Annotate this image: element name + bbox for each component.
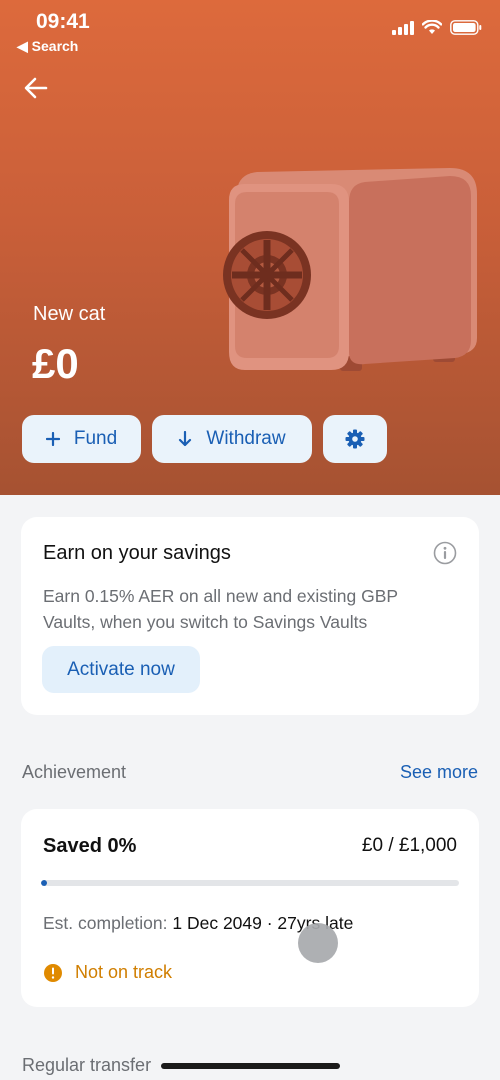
gear-icon <box>345 429 365 449</box>
savings-promo-card: Earn on your savings Earn 0.15% AER on a… <box>21 517 479 715</box>
saved-amount: £0 / £1,000 <box>361 835 457 856</box>
achievement-heading: Achievement <box>22 762 127 782</box>
signal-icon <box>392 20 414 35</box>
track-status-text: Not on track <box>75 962 173 982</box>
vault-balance: £0 <box>32 340 79 387</box>
touch-indicator <box>298 923 338 963</box>
progress-fill <box>41 880 47 886</box>
promo-body: Earn 0.15% AER on all new and existing G… <box>43 586 398 632</box>
back-arrow-icon[interactable] <box>22 74 50 102</box>
activate-now-button[interactable]: Activate now <box>42 646 200 693</box>
withdraw-label: Withdraw <box>206 428 286 449</box>
warning-icon <box>44 963 62 982</box>
progress-track <box>41 880 459 886</box>
saved-percent: Saved 0% <box>43 835 137 857</box>
wifi-icon <box>422 20 442 34</box>
battery-icon <box>450 20 482 35</box>
settings-button[interactable] <box>323 415 387 463</box>
back-to-app-link[interactable]: ◀ Search <box>17 38 78 55</box>
status-time: 09:41 <box>36 10 90 33</box>
see-more-link[interactable]: See more <box>400 762 478 783</box>
arrow-down-icon <box>179 431 192 447</box>
plus-icon <box>45 432 60 446</box>
regular-transfer-heading: Regular transfer <box>22 1055 152 1075</box>
safe-illustration <box>223 168 477 371</box>
est-label: Est. completion: <box>43 913 168 933</box>
promo-title: Earn on your savings <box>43 542 231 564</box>
status-icons <box>392 20 482 35</box>
home-indicator[interactable] <box>161 1063 340 1069</box>
fund-button[interactable]: Fund <box>22 415 141 463</box>
achievement-card[interactable]: Saved 0% £0 / £1,000 Est. completion: 1 … <box>21 809 479 1007</box>
vault-name: New cat <box>33 303 106 325</box>
track-status: Not on track <box>43 962 172 983</box>
status-bar: 09:41 ◀ Search <box>0 10 500 54</box>
fund-label: Fund <box>73 428 118 449</box>
vault-hero: 09:41 ◀ Search New cat £0 Fund Withdraw <box>0 0 500 495</box>
info-icon[interactable] <box>433 541 457 565</box>
withdraw-button[interactable]: Withdraw <box>152 415 312 463</box>
